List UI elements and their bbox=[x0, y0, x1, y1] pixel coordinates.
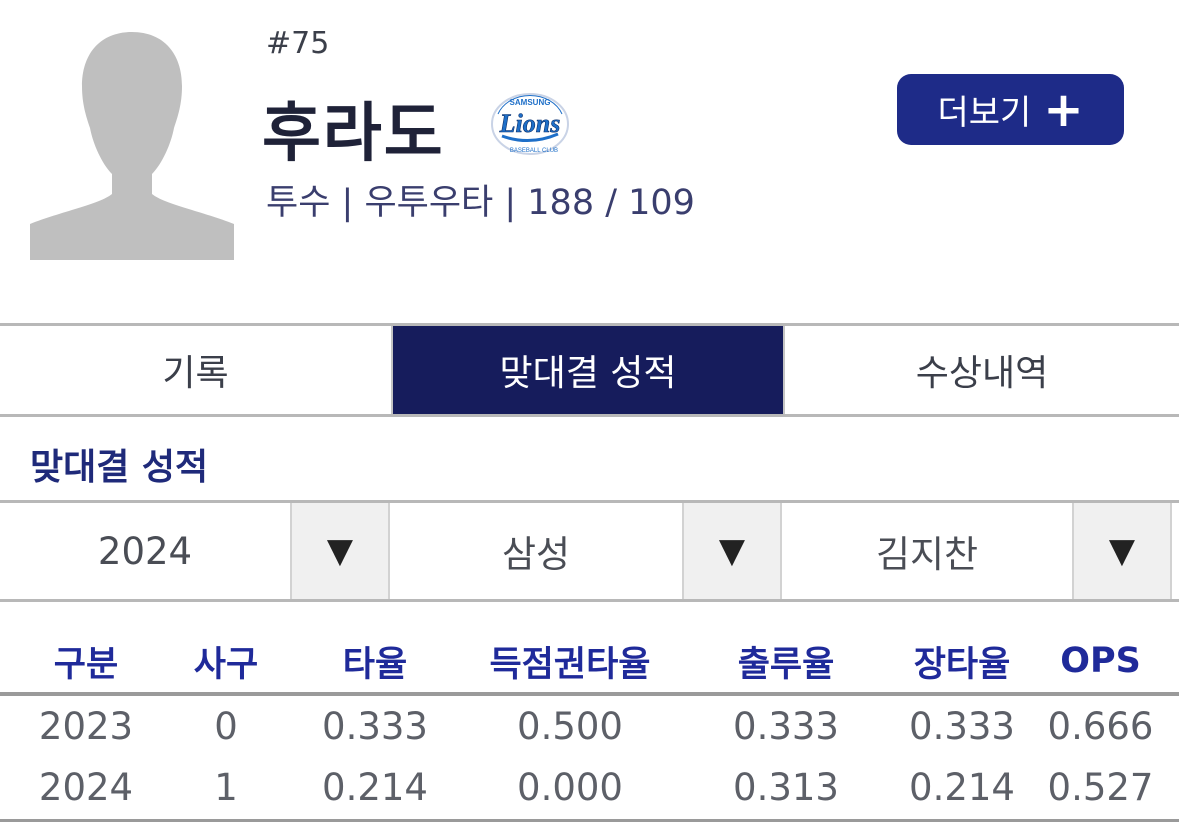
player-number: #75 bbox=[266, 26, 330, 61]
table-cell: 0.666 bbox=[1047, 705, 1154, 748]
player-meta: 투수 | 우투우타 | 188 / 109 bbox=[266, 183, 695, 223]
header-cell: 타율 bbox=[280, 630, 470, 696]
player-name: 후라도 bbox=[262, 97, 445, 171]
table-cell: 0 bbox=[214, 705, 238, 748]
table-cell: 0.214 bbox=[280, 757, 470, 822]
table-cell: 1 bbox=[172, 757, 280, 822]
player-profile: #75 후라도 SAMSUNG Lions BASEBALL CLUB 투수 |… bbox=[0, 0, 1179, 324]
table-cell: 0.313 bbox=[670, 757, 902, 822]
tab-matchup[interactable]: 맞대결 성적 bbox=[393, 326, 783, 414]
player-photo-placeholder bbox=[30, 24, 234, 260]
filter-bar: 2024 ▼ 삼성 ▼ 김지찬 ▼ bbox=[0, 500, 1179, 602]
team-logo: SAMSUNG Lions BASEBALL CLUB bbox=[484, 88, 576, 158]
more-button-label: 더보기 bbox=[937, 93, 1032, 133]
chevron-down-icon[interactable]: ▼ bbox=[290, 503, 390, 599]
table-cell: 2023 bbox=[38, 705, 134, 748]
table-row: 2023 0 0.333 0.500 0.333 0.333 0.666 bbox=[0, 694, 1179, 757]
chevron-down-icon[interactable]: ▼ bbox=[682, 503, 782, 599]
table-cell: 0.000 bbox=[470, 757, 670, 822]
tab-bar: 기록 맞대결 성적 수상내역 bbox=[0, 323, 1179, 417]
table-header-row: 구분 사구 타율 득점권타율 출루율 장타율 OPS bbox=[0, 630, 1179, 696]
tab-records[interactable]: 기록 bbox=[0, 326, 393, 414]
table-cell: 0.333 bbox=[909, 705, 1015, 748]
table-cell: 2024 bbox=[0, 757, 172, 822]
header-cell: OPS bbox=[1022, 630, 1179, 696]
header-cell: 득점권타율 bbox=[470, 630, 670, 696]
table-cell: 0.500 bbox=[517, 705, 623, 748]
svg-text:BASEBALL CLUB: BASEBALL CLUB bbox=[510, 148, 558, 154]
chevron-down-icon[interactable]: ▼ bbox=[1072, 503, 1172, 599]
more-button[interactable]: 더보기 + bbox=[897, 74, 1124, 145]
opponent-select-value: 김지찬 bbox=[782, 503, 1072, 599]
header-cell: 출루율 bbox=[670, 630, 902, 696]
table-row: 2024 1 0.214 0.000 0.313 0.214 0.527 bbox=[0, 757, 1179, 822]
header-cell: 구분 bbox=[0, 630, 172, 696]
header-cell: 사구 bbox=[172, 630, 280, 696]
opponent-select[interactable]: 김지찬 ▼ bbox=[782, 503, 1172, 599]
table-cell: 0.333 bbox=[322, 705, 428, 748]
team-select-value: 삼성 bbox=[390, 503, 682, 599]
year-select-value: 2024 bbox=[0, 503, 290, 599]
table-cell: 0.527 bbox=[1022, 757, 1179, 822]
table-cell: 0.333 bbox=[733, 705, 839, 748]
matchup-stats-table: 구분 사구 타율 득점권타율 출루율 장타율 OPS 2023 0 0.333 … bbox=[0, 630, 1179, 822]
team-select[interactable]: 삼성 ▼ bbox=[390, 503, 782, 599]
section-title: 맞대결 성적 bbox=[30, 447, 209, 488]
svg-text:SAMSUNG: SAMSUNG bbox=[510, 98, 551, 107]
plus-icon: + bbox=[1043, 81, 1084, 138]
table-cell: 0.214 bbox=[902, 757, 1022, 822]
year-select[interactable]: 2024 ▼ bbox=[0, 503, 390, 599]
svg-text:Lions: Lions bbox=[499, 109, 561, 138]
tab-awards[interactable]: 수상내역 bbox=[783, 326, 1179, 414]
header-cell: 장타율 bbox=[902, 630, 1022, 696]
silhouette-icon bbox=[30, 24, 234, 260]
